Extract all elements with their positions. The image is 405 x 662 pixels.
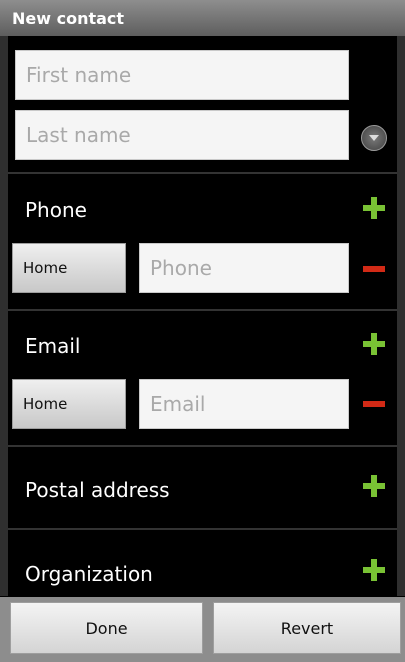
organization-section-label: Organization — [25, 562, 153, 586]
phone-type-label: Home — [23, 259, 68, 277]
postal-section-label: Postal address — [25, 478, 170, 502]
done-button[interactable]: Done — [10, 602, 203, 654]
divider — [8, 445, 397, 447]
email-input[interactable]: Email — [139, 379, 349, 429]
phone-section-label: Phone — [25, 198, 87, 222]
title-bar: New contact — [0, 0, 405, 36]
chevron-down-icon[interactable] — [361, 125, 387, 151]
last-name-placeholder: Last name — [26, 123, 131, 147]
add-email-plus-icon[interactable] — [363, 333, 385, 355]
page-title: New contact — [12, 9, 125, 28]
remove-email-minus-icon[interactable] — [363, 401, 385, 407]
left-frame — [0, 36, 8, 596]
phone-placeholder: Phone — [150, 256, 212, 280]
first-name-field[interactable]: First name — [15, 50, 349, 100]
email-placeholder: Email — [150, 392, 206, 416]
revert-button[interactable]: Revert — [213, 602, 401, 654]
phone-type-button[interactable]: Home — [12, 243, 126, 293]
divider — [8, 172, 397, 174]
phone-input[interactable]: Phone — [139, 243, 349, 293]
divider — [8, 528, 397, 530]
revert-label: Revert — [280, 618, 334, 638]
divider — [8, 309, 397, 311]
add-postal-plus-icon[interactable] — [363, 475, 385, 497]
first-name-placeholder: First name — [26, 63, 132, 87]
add-organization-plus-icon[interactable] — [363, 559, 385, 581]
email-type-label: Home — [23, 395, 68, 413]
right-frame — [397, 36, 405, 596]
action-bar: Done Revert — [0, 597, 405, 662]
remove-phone-minus-icon[interactable] — [363, 266, 385, 272]
done-label: Done — [85, 618, 128, 638]
last-name-field[interactable]: Last name — [15, 110, 349, 160]
email-type-button[interactable]: Home — [12, 379, 126, 429]
email-section-label: Email — [25, 334, 81, 358]
add-phone-plus-icon[interactable] — [363, 197, 385, 219]
